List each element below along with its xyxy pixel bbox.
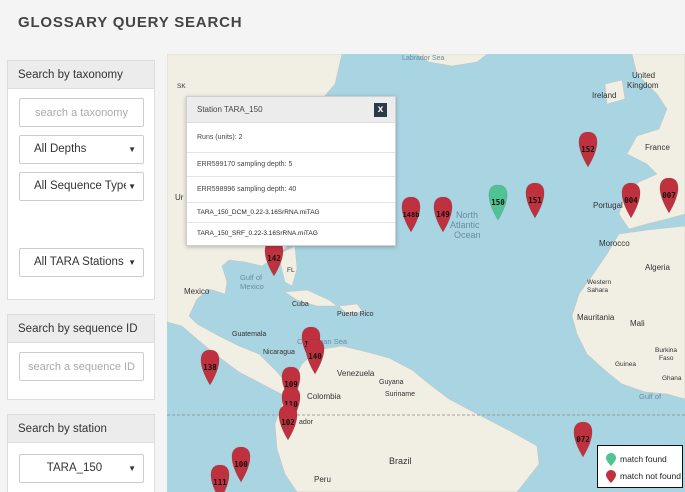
station-marker-label: 152 — [581, 145, 595, 154]
map-label: Mali — [630, 319, 645, 328]
map-label: Ireland — [592, 91, 616, 100]
close-icon[interactable]: x — [374, 103, 387, 117]
map-label: Puerto Rico — [337, 311, 374, 318]
map-label: Colombia — [307, 392, 341, 401]
chevron-down-icon: ▼ — [126, 455, 136, 482]
map-label: Ur — [175, 193, 184, 202]
map-label: Guatemala — [232, 331, 266, 338]
sequence-id-input[interactable] — [19, 352, 144, 381]
station-marker-label: 148b — [403, 211, 420, 219]
popup-run-item: ERR599170 sampling depth: 5 — [187, 153, 395, 177]
map-label: ador — [299, 419, 314, 426]
depth-select[interactable]: All Depths ▼ — [19, 135, 144, 164]
map-label: Western — [587, 279, 611, 286]
marker-found-icon — [606, 453, 616, 467]
tara-station-select[interactable]: All TARA Stations ▼ — [19, 248, 144, 277]
map-label: Ocean — [454, 230, 481, 240]
chevron-down-icon: ▼ — [126, 173, 136, 200]
map-label: Portugal — [593, 201, 623, 210]
popup-tag-item[interactable]: TARA_150_DCM_0.22-3.16SrRNA.miTAG — [187, 203, 395, 223]
map-label: Atlantic — [450, 220, 480, 230]
legend-not-found: match not found — [606, 469, 681, 484]
map-label: Mexico — [240, 282, 264, 291]
chevron-down-icon: ▼ — [126, 249, 136, 276]
map-label: Sahara — [587, 287, 608, 294]
station-marker-072[interactable]: 072 — [573, 421, 593, 458]
sequence-panel: Search by sequence ID — [7, 314, 155, 400]
popup-title: Station TARA_150 x — [187, 97, 395, 123]
map-label: Guyana — [379, 379, 404, 386]
map-label: FL — [287, 267, 295, 274]
map-label: Mexico — [184, 287, 210, 296]
chevron-down-icon: ▼ — [126, 136, 136, 163]
station-marker-label: 140 — [308, 352, 322, 361]
map-label: SK — [177, 83, 186, 90]
map-label: Burkina — [655, 347, 677, 354]
station-marker-label: 151 — [528, 196, 542, 205]
sequence-panel-title: Search by sequence ID — [8, 315, 154, 343]
station-marker-148b[interactable]: 148b — [401, 196, 421, 233]
station-popup: Station TARA_150 x Runs (units): 2 ERR59… — [186, 96, 396, 246]
station-marker-151[interactable]: 151 — [525, 182, 545, 219]
map-label: Faso — [659, 355, 674, 362]
sequence-type-select[interactable]: All Sequence Types ▼ — [19, 172, 144, 201]
taxonomy-search-input[interactable] — [19, 98, 144, 127]
map-label: North — [456, 210, 478, 220]
map-label: Ghana — [662, 375, 682, 382]
station-marker-label: 102 — [281, 418, 295, 427]
sidebar: Search by taxonomy All Depths▼ All Seque… — [7, 60, 155, 492]
map-label: United — [632, 71, 655, 80]
map-label: Peru — [314, 475, 331, 484]
station-marker-100[interactable]: 100 — [231, 446, 251, 483]
station-marker-label: 142 — [267, 254, 281, 263]
station-panel-title: Search by station — [8, 415, 154, 443]
map-label: Nicaragua — [263, 349, 295, 356]
station-marker-label: 004 — [624, 196, 638, 205]
station-marker-138[interactable]: 138 — [200, 349, 220, 386]
station-marker-142[interactable]: 142 — [264, 240, 284, 277]
popup-run-item: ERR598996 sampling depth: 40 — [187, 177, 395, 203]
station-marker-label: 100 — [234, 460, 248, 469]
popup-tag-item[interactable]: TARA_150_SRF_0.22-3.16SrRNA.miTAG — [187, 223, 395, 245]
map-label: Gulf of — [240, 273, 263, 282]
station-marker-label: 150 — [491, 198, 505, 207]
station-marker-label: 111 — [213, 478, 227, 487]
station-panel: Search by station TARA_150 ▼ — [7, 414, 155, 492]
page-title: GLOSSARY QUERY SEARCH — [18, 14, 243, 31]
taxonomy-panel-title: Search by taxonomy — [8, 61, 154, 89]
map-label: Morocco — [599, 239, 630, 248]
map-label: Venezuela — [337, 369, 375, 378]
map-label: Algeria — [645, 263, 670, 272]
station-marker-152[interactable]: 152 — [578, 131, 598, 168]
map-label: Cuba — [292, 301, 309, 308]
station-select[interactable]: TARA_150 ▼ — [19, 454, 144, 483]
map-label: France — [645, 143, 670, 152]
map-label: Suriname — [385, 391, 415, 398]
map-legend: match found match not found — [597, 445, 683, 488]
station-marker-label: 007 — [662, 191, 676, 200]
popup-runs: Runs (units): 2 — [187, 123, 395, 153]
map-label: Guinea — [615, 361, 636, 368]
map-label: Gulf of — [639, 392, 662, 401]
taxonomy-panel: Search by taxonomy All Depths▼ All Seque… — [7, 60, 155, 300]
map-label: Mauritania — [577, 313, 615, 322]
map-label: Labrador Sea — [402, 55, 445, 62]
map-label: Kingdom — [627, 81, 659, 90]
station-marker-label: 149 — [436, 210, 450, 219]
station-marker-150[interactable]: 150 — [488, 184, 508, 221]
legend-found: match found — [606, 452, 667, 467]
station-marker-111[interactable]: 111 — [210, 464, 230, 492]
station-marker-label: 072 — [576, 435, 590, 444]
map-label: Brazil — [389, 456, 412, 466]
station-marker-label: 138 — [203, 363, 217, 372]
marker-not-found-icon — [606, 470, 616, 484]
